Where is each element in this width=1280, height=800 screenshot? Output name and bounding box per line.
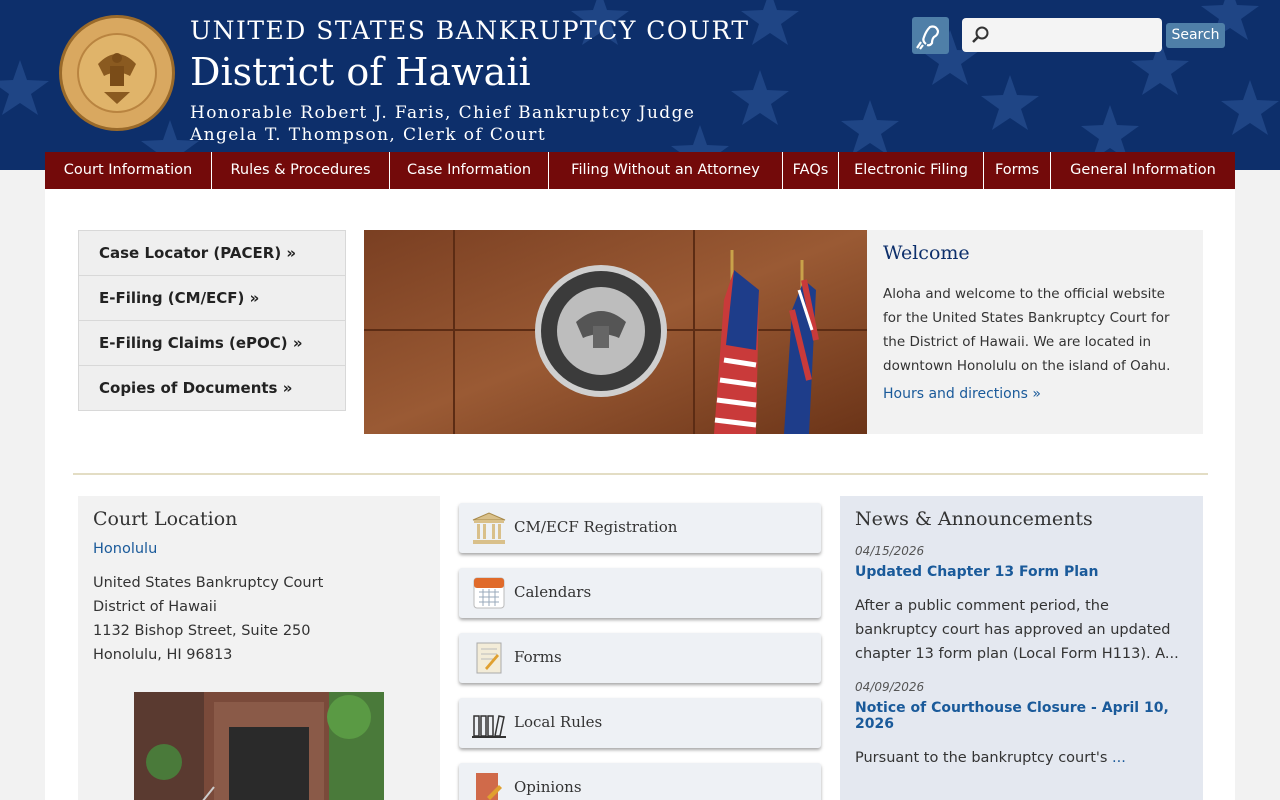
tile-cm-ecf-registration[interactable]: CM/ECF Registration	[459, 503, 821, 553]
calendar-icon	[473, 577, 505, 609]
tile-label: Calendars	[514, 583, 592, 601]
tile-local-rules[interactable]: Local Rules	[459, 698, 821, 748]
chief-judge-line: Honorable Robert J. Faris, Chief Bankrup…	[190, 103, 696, 123]
city-link[interactable]: Honolulu	[93, 541, 425, 557]
news-item-body: After a public comment period, the bankr…	[855, 594, 1188, 666]
quick-link-cm-ecf[interactable]: E-Filing (CM/ECF) »	[79, 276, 345, 321]
clerk-line: Angela T. Thompson, Clerk of Court	[190, 125, 547, 145]
welcome-title: Welcome	[883, 242, 970, 264]
address-line: Honolulu, HI 96813	[93, 647, 233, 663]
news-title: News & Announcements	[855, 508, 1093, 530]
tile-label: CM/ECF Registration	[514, 518, 678, 536]
news-date: 04/09/2026	[855, 680, 925, 694]
forms-icon	[476, 642, 502, 674]
welcome-panel: Welcome Aloha and welcome to the officia…	[867, 230, 1203, 434]
quick-link-copies[interactable]: Copies of Documents »	[79, 366, 345, 410]
nav-electronic-filing[interactable]: Electronic Filing	[839, 152, 984, 189]
tile-label: Local Rules	[514, 713, 603, 731]
tile-opinions[interactable]: Opinions	[459, 763, 821, 800]
news-date: 04/15/2026	[855, 544, 925, 558]
nav-general-information[interactable]: General Information	[1051, 152, 1235, 189]
tile-label: Forms	[514, 648, 562, 666]
news-item-title[interactable]: Notice of Courthouse Closure - April 10,…	[855, 700, 1188, 732]
nav-court-information[interactable]: Court Information	[45, 152, 212, 189]
nav-faqs[interactable]: FAQs	[783, 152, 839, 189]
section-divider	[73, 473, 1208, 475]
courthouse-photo	[134, 692, 384, 800]
site-header: UNITED STATES BANKRUPTCY COURT District …	[0, 0, 1280, 170]
tile-calendars[interactable]: Calendars	[459, 568, 821, 618]
quick-tiles: CM/ECF Registration Calendars Forms Loca…	[459, 503, 821, 800]
news-read-more-link[interactable]: ...	[1112, 750, 1126, 766]
court-name: UNITED STATES BANKRUPTCY COURT	[190, 16, 750, 45]
courtroom-photo	[364, 230, 867, 434]
nav-filing-without-attorney[interactable]: Filing Without an Attorney	[549, 152, 783, 189]
news-announcements-panel: News & Announcements 04/15/2026 Updated …	[840, 496, 1203, 800]
main-navigation: Court Information Rules & Procedures Cas…	[45, 152, 1235, 189]
news-item-body: Pursuant to the bankruptcy court's ...	[855, 746, 1188, 770]
search-icon	[972, 26, 989, 43]
quick-link-epoc[interactable]: E-Filing Claims (ePOC) »	[79, 321, 345, 366]
court-seal-logo[interactable]	[58, 14, 176, 132]
hearing-assistance-icon	[916, 25, 940, 50]
search-input[interactable]	[962, 18, 1162, 52]
address-line: United States Bankruptcy Court	[93, 575, 324, 591]
court-location-title: Court Location	[93, 508, 238, 530]
books-icon	[472, 715, 506, 738]
address-line: 1132 Bishop Street, Suite 250	[93, 623, 311, 639]
hours-directions-link[interactable]: Hours and directions »	[883, 386, 1187, 402]
tile-forms[interactable]: Forms	[459, 633, 821, 683]
address-line: District of Hawaii	[93, 599, 217, 615]
courthouse-icon	[472, 512, 506, 544]
hearing-assistance-button[interactable]	[912, 17, 949, 54]
news-item-title[interactable]: Updated Chapter 13 Form Plan	[855, 564, 1188, 580]
nav-case-information[interactable]: Case Information	[390, 152, 549, 189]
quick-link-pacer[interactable]: Case Locator (PACER) »	[79, 231, 345, 276]
opinions-icon	[476, 773, 502, 800]
search-button[interactable]: Search	[1166, 23, 1225, 48]
tile-label: Opinions	[514, 778, 582, 796]
main-content: Case Locator (PACER) » E-Filing (CM/ECF)…	[45, 189, 1235, 800]
news-item-text: After a public comment period, the bankr…	[855, 598, 1179, 662]
nav-forms[interactable]: Forms	[984, 152, 1051, 189]
welcome-text: Aloha and welcome to the official websit…	[883, 286, 1171, 374]
court-location-panel: Court Location Honolulu United States Ba…	[78, 496, 440, 800]
court-address: United States Bankruptcy Court District …	[93, 571, 425, 667]
news-item-text: Pursuant to the bankruptcy court's	[855, 750, 1113, 766]
nav-rules-procedures[interactable]: Rules & Procedures	[212, 152, 390, 189]
quick-links: Case Locator (PACER) » E-Filing (CM/ECF)…	[78, 230, 346, 411]
district-name: District of Hawaii	[190, 50, 531, 94]
